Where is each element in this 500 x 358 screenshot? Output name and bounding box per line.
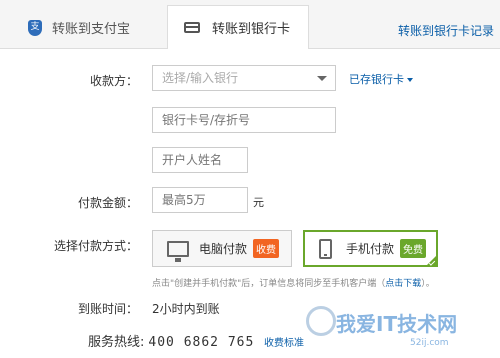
saved-cards-dropdown[interactable]: 已存银行卡: [349, 71, 413, 87]
caret-down-icon: [407, 78, 413, 82]
mobile-pay-hint: 点击"创建并手机付款"后，订单信息将同步至手机客户端（点击下载）。: [152, 276, 435, 289]
tab-transfer-to-bank-card[interactable]: 转账到银行卡: [167, 5, 309, 49]
bank-select[interactable]: 选择/输入银行: [152, 65, 336, 91]
pay-option-label: 手机付款: [346, 242, 395, 256]
bank-transfer-records-link[interactable]: 转账到银行卡记录: [398, 22, 494, 39]
amount-unit: 元: [253, 196, 264, 209]
arrival-time-label: 到账时间：: [77, 302, 138, 316]
payee-label: 收款方：: [89, 74, 138, 88]
tab-transfer-to-alipay[interactable]: 支 转账到支付宝: [28, 6, 130, 49]
watermark-text: 我爱IT技术网: [336, 312, 458, 336]
watermark-subtext: 52ij.com: [410, 338, 449, 348]
hint-text: 点击"创建并手机付款"后，订单信息将同步至手机客户端（: [152, 279, 386, 289]
pay-option-label: 电脑付款: [199, 242, 248, 256]
phone-icon: [319, 238, 332, 259]
saved-cards-label: 已存银行卡: [349, 73, 404, 86]
bank-card-icon: [184, 22, 200, 33]
monitor-icon: [167, 240, 189, 262]
watermark: 我爱IT技术网 52ij.com: [306, 302, 496, 356]
watermark-logo-icon: [306, 306, 336, 336]
fee-standard-link[interactable]: 收费标准: [264, 334, 304, 349]
hotline-label: 服务热线:: [88, 335, 145, 350]
charge-badge: 收费: [253, 239, 280, 258]
tab-label: 转账到银行卡: [212, 22, 291, 37]
chevron-down-icon: [317, 76, 327, 81]
account-name-input[interactable]: [152, 147, 248, 173]
card-number-input[interactable]: [152, 107, 336, 133]
download-link[interactable]: 点击下载: [385, 279, 421, 289]
pay-option-computer[interactable]: 电脑付款 收费: [152, 230, 292, 267]
alipay-shield-icon: 支: [28, 19, 42, 36]
tab-bar: 支 转账到支付宝 转账到银行卡 转账到银行卡记录: [0, 0, 500, 49]
free-badge: 免费: [400, 239, 427, 258]
amount-label: 付款金额：: [77, 196, 138, 210]
amount-input[interactable]: [152, 187, 248, 213]
hotline-number: 400 6862 765: [148, 335, 255, 350]
bank-select-placeholder: 选择/输入银行: [162, 71, 239, 85]
service-hotline: 服务热线: 400 6862 765: [88, 331, 254, 350]
tab-label: 转账到支付宝: [52, 22, 131, 37]
arrival-time-value: 2小时内到账: [152, 302, 220, 316]
hint-end: ）。: [421, 279, 435, 289]
pay-method-label: 选择付款方式：: [53, 239, 138, 253]
pay-option-mobile[interactable]: 手机付款 免费: [303, 230, 438, 267]
